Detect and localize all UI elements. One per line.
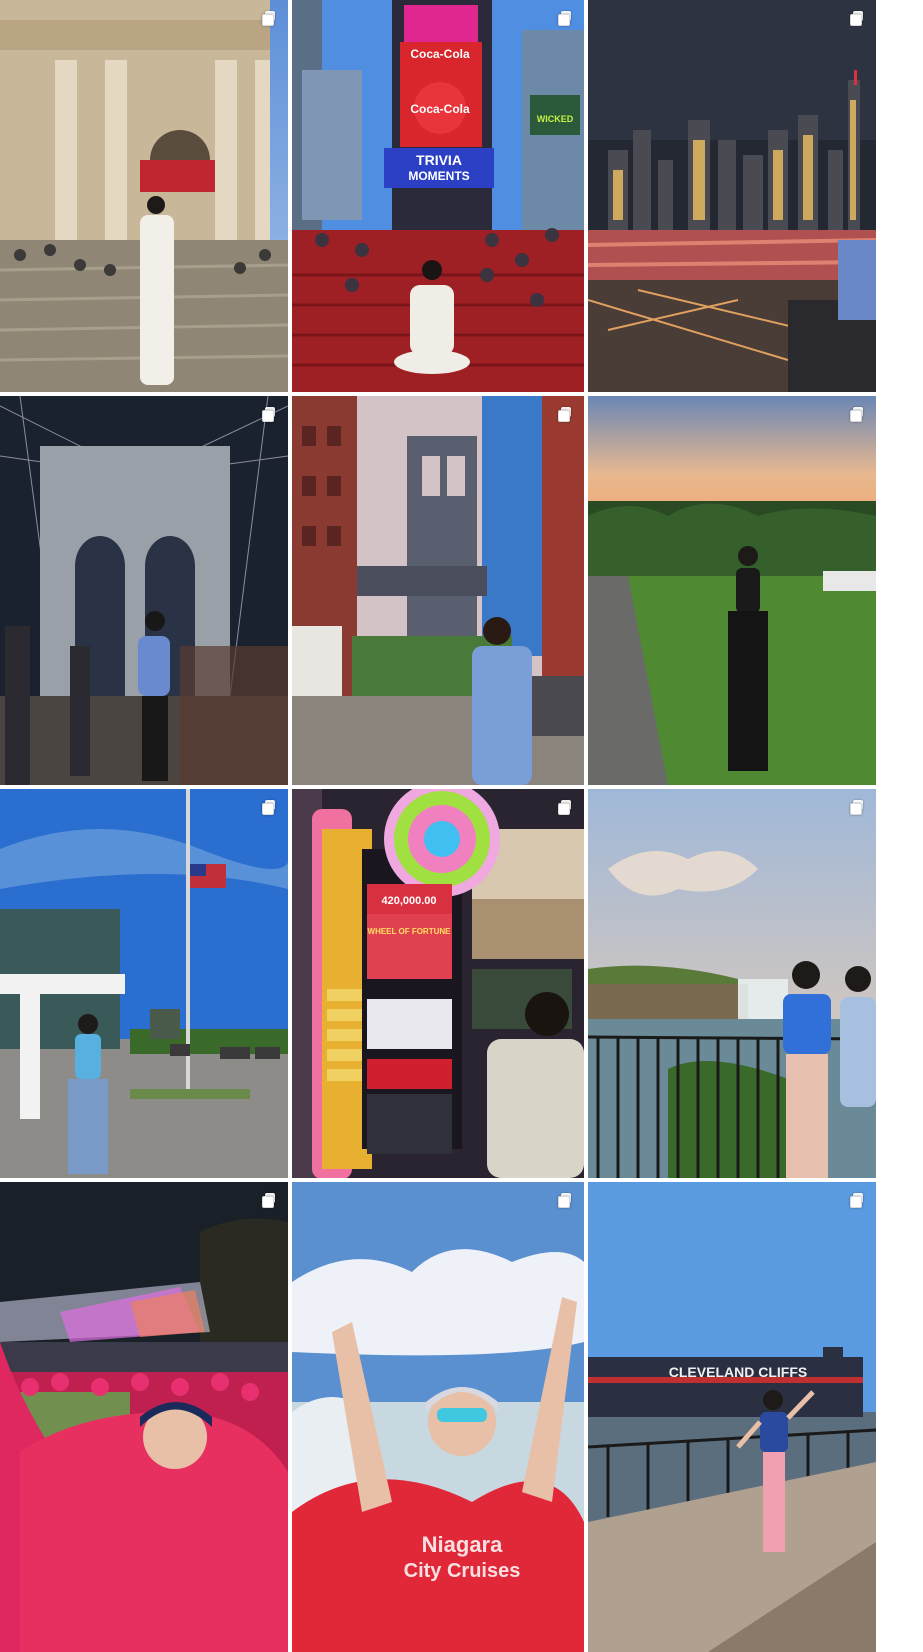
sign-text: TRIVIA [416,152,462,168]
post-photo: 420,000.00 WHEEL OF FORTUNE [292,789,584,1178]
poncho-text: City Cruises [404,1560,521,1582]
grid-post-6[interactable] [588,396,876,785]
grid-post-7[interactable] [0,789,288,1178]
grid-post-12[interactable]: CLEVELAND CLIFFS [588,1182,876,1652]
multi-photo-icon [850,407,864,422]
grid-post-9[interactable] [588,789,876,1178]
grid-post-1[interactable] [0,0,288,392]
multi-photo-icon [262,407,276,422]
post-photo [588,0,876,392]
grid-post-2[interactable]: Coca-Cola Coca-Cola TRIVIA MOMENTS WICKE… [292,0,584,392]
post-photo [292,396,584,785]
multi-photo-icon [262,1193,276,1208]
sign-text: Coca-Cola [410,102,470,116]
multi-photo-icon [850,11,864,26]
multi-photo-icon [558,407,572,422]
grid-post-3[interactable] [588,0,876,392]
multi-photo-icon [850,800,864,815]
post-photo: Niagara City Cruises [292,1182,584,1652]
post-photo [0,789,288,1178]
sign-text: Coca-Cola [410,47,470,61]
multi-photo-icon [262,800,276,815]
multi-photo-icon [558,1193,572,1208]
post-photo [588,396,876,785]
post-photo [0,396,288,785]
post-photo [0,0,288,392]
sign-text: 420,000.00 [381,895,436,907]
sign-text: MOMENTS [408,169,469,183]
multi-photo-icon [558,11,572,26]
post-photo: Coca-Cola Coca-Cola TRIVIA MOMENTS WICKE… [292,0,584,392]
post-photo: CLEVELAND CLIFFS [588,1182,876,1652]
multi-photo-icon [558,800,572,815]
ship-text: CLEVELAND CLIFFS [669,1364,807,1380]
photo-grid: Coca-Cola Coca-Cola TRIVIA MOMENTS WICKE… [0,0,923,1652]
grid-post-11[interactable]: Niagara City Cruises [292,1182,584,1652]
grid-post-5[interactable] [292,396,584,785]
post-photo [588,789,876,1178]
multi-photo-icon [850,1193,864,1208]
grid-post-8[interactable]: 420,000.00 WHEEL OF FORTUNE [292,789,584,1178]
multi-photo-icon [262,11,276,26]
sign-text: WHEEL OF FORTUNE [368,927,452,936]
grid-post-4[interactable] [0,396,288,785]
grid-post-10[interactable] [0,1182,288,1652]
sign-text: WICKED [537,114,574,124]
post-photo [0,1182,288,1652]
poncho-text: Niagara [422,1532,503,1557]
